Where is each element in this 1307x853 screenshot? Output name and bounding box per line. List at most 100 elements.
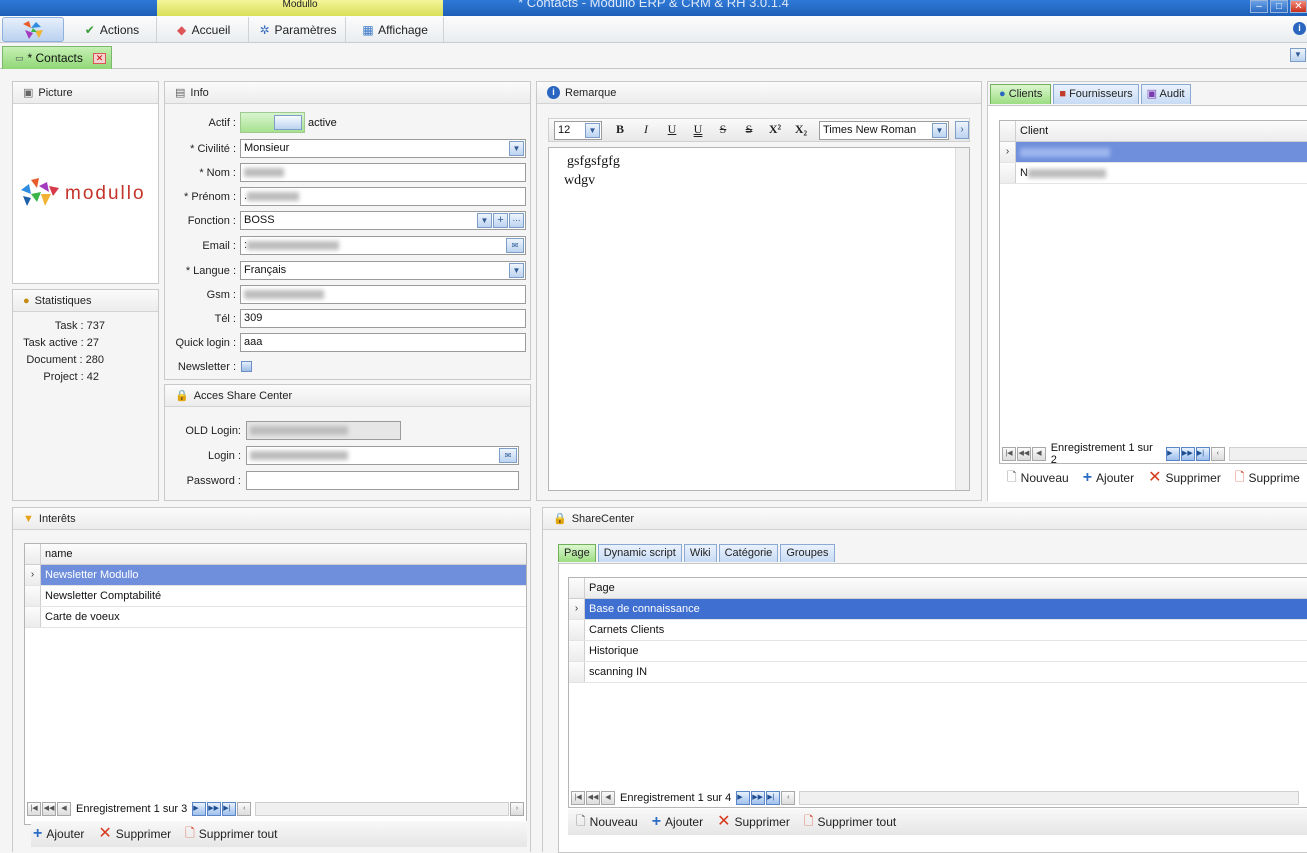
chevron-down-icon[interactable]: ▼ xyxy=(477,213,492,228)
font-size-select[interactable]: 12 ▼ xyxy=(554,121,602,140)
first-record-icon[interactable]: |◀ xyxy=(27,802,41,816)
first-record-icon[interactable]: |◀ xyxy=(571,791,585,805)
next-record-icon[interactable]: ▶ xyxy=(192,802,207,816)
first-record-icon[interactable]: |◀ xyxy=(1002,447,1016,461)
ribbon-tab-accueil[interactable]: ◆ Accueil xyxy=(157,17,249,42)
tab-list-dropdown-icon[interactable]: ▼ xyxy=(1290,48,1306,62)
prev-record-icon[interactable]: ◀ xyxy=(1031,447,1046,461)
double-strikethrough-button[interactable]: S xyxy=(738,119,760,139)
strikethrough-button[interactable]: S xyxy=(712,119,734,139)
more-icon[interactable]: ⋯ xyxy=(509,213,524,228)
close-tab-icon[interactable]: ✕ xyxy=(93,52,106,64)
tab-fournisseurs[interactable]: ■ Fournisseurs xyxy=(1053,84,1139,104)
column-header-client[interactable]: Client xyxy=(1016,121,1048,141)
table-row[interactable]: Historique xyxy=(569,641,1307,662)
tab-wiki[interactable]: Wiki xyxy=(683,544,717,562)
underline-button[interactable]: U xyxy=(661,119,683,139)
chevron-down-icon[interactable]: ▼ xyxy=(509,141,524,156)
supprimer-tout-button[interactable]: 🗋 Supprime xyxy=(1235,468,1300,489)
close-icon[interactable]: ✕ xyxy=(1290,0,1307,13)
prev-page-icon[interactable]: ◀◀ xyxy=(1016,447,1031,461)
chevron-right-icon[interactable]: › xyxy=(955,121,969,139)
last-record-icon[interactable]: ▶| xyxy=(766,791,781,805)
prenom-field[interactable]: . xyxy=(240,187,526,206)
table-row[interactable]: Carnets Clients xyxy=(569,620,1307,641)
bold-button[interactable]: B xyxy=(609,119,631,139)
fonction-select[interactable]: BOSS ▼ + ⋯ xyxy=(240,211,526,230)
ribbon-tab-parametres[interactable]: ✲ Paramètres xyxy=(249,17,346,42)
supprimer-tout-button[interactable]: 🗋 Supprimer tout xyxy=(185,824,277,845)
chevron-down-icon[interactable]: ▼ xyxy=(509,263,524,278)
tab-page[interactable]: Page xyxy=(558,544,596,562)
login-field[interactable]: ✉ xyxy=(246,446,519,465)
tab-dynamic-script[interactable]: Dynamic script xyxy=(597,544,682,562)
nom-field[interactable] xyxy=(240,163,526,182)
column-header-name[interactable]: name xyxy=(41,544,73,564)
mail-icon[interactable]: ✉ xyxy=(506,238,524,253)
remarque-editor[interactable]: gsfgsfgfg wdgv xyxy=(548,147,970,491)
table-row[interactable]: › xyxy=(1000,142,1307,163)
tab-clients[interactable]: ● Clients xyxy=(990,84,1052,104)
prev-record-icon[interactable]: ◀ xyxy=(57,802,71,816)
maximize-icon[interactable]: □ xyxy=(1270,0,1288,13)
chevron-down-icon[interactable]: ▼ xyxy=(585,123,600,138)
supprimer-button[interactable]: ✕ Supprimer xyxy=(98,826,171,842)
table-row[interactable]: scanning IN xyxy=(569,662,1307,683)
tab-audit[interactable]: ▣ Audit xyxy=(1140,84,1191,104)
ajouter-button[interactable]: + Ajouter xyxy=(1083,470,1134,486)
quick-login-field[interactable]: aaa xyxy=(240,333,526,352)
app-menu-button[interactable] xyxy=(2,17,64,42)
prev-record-icon[interactable]: ◀ xyxy=(601,791,615,805)
password-field[interactable] xyxy=(246,471,519,490)
scroll-left-icon[interactable]: ‹ xyxy=(1210,447,1225,461)
supprimer-button[interactable]: ✕ Supprimer xyxy=(717,814,790,830)
doc-tab-contacts[interactable]: ▭ * Contacts ✕ xyxy=(2,46,112,69)
table-row[interactable]: › Base de connaissance xyxy=(569,599,1307,620)
horizontal-scrollbar[interactable] xyxy=(1228,447,1307,461)
mail-icon[interactable]: ✉ xyxy=(499,448,517,463)
double-underline-button[interactable]: U xyxy=(687,119,709,139)
table-row[interactable]: N xyxy=(1000,163,1307,184)
tab-groupes[interactable]: Groupes xyxy=(780,544,835,562)
tel-field[interactable]: 309 xyxy=(240,309,526,328)
next-page-icon[interactable]: ▶▶ xyxy=(751,791,766,805)
next-page-icon[interactable]: ▶▶ xyxy=(207,802,222,816)
italic-button[interactable]: I xyxy=(635,119,657,139)
add-icon[interactable]: + xyxy=(493,213,508,228)
civilite-select[interactable]: Monsieur ▼ xyxy=(240,139,526,158)
superscript-button[interactable]: X² xyxy=(764,119,786,139)
table-row[interactable]: › Newsletter Modullo xyxy=(25,565,526,586)
editor-scrollbar[interactable] xyxy=(955,148,969,490)
table-row[interactable]: Newsletter Comptabilité xyxy=(25,586,526,607)
next-page-icon[interactable]: ▶▶ xyxy=(1180,447,1195,461)
next-record-icon[interactable]: ▶ xyxy=(1166,447,1180,461)
table-row[interactable]: Carte de voeux xyxy=(25,607,526,628)
ribbon-tab-actions[interactable]: ✔ Actions xyxy=(66,17,157,42)
newsletter-checkbox[interactable] xyxy=(241,361,252,372)
prev-page-icon[interactable]: ◀◀ xyxy=(586,791,600,805)
horizontal-scrollbar[interactable] xyxy=(255,802,509,816)
subscript-button[interactable]: X₂ xyxy=(790,119,812,139)
next-record-icon[interactable]: ▶ xyxy=(736,791,751,805)
tab-categorie[interactable]: Catégorie xyxy=(718,544,779,562)
column-header-page[interactable]: Page xyxy=(585,578,615,598)
scroll-left-icon[interactable]: ‹ xyxy=(237,802,252,816)
langue-select[interactable]: Français ▼ xyxy=(240,261,526,280)
prev-page-icon[interactable]: ◀◀ xyxy=(42,802,56,816)
email-field[interactable]: : ✉ xyxy=(240,236,526,255)
scroll-right-icon[interactable]: › xyxy=(510,802,524,816)
supprimer-tout-button[interactable]: 🗋 Supprimer tout xyxy=(804,812,896,833)
actif-toggle[interactable] xyxy=(240,112,305,133)
supprimer-button[interactable]: ✕ Supprimer xyxy=(1148,470,1221,486)
ajouter-button[interactable]: + Ajouter xyxy=(652,814,703,830)
info-icon[interactable]: i xyxy=(1293,22,1306,35)
last-record-icon[interactable]: ▶| xyxy=(1195,447,1210,461)
ribbon-tab-affichage[interactable]: ▦ Affichage xyxy=(346,17,444,42)
ajouter-button[interactable]: + Ajouter xyxy=(33,826,84,842)
horizontal-scrollbar[interactable] xyxy=(799,791,1300,805)
picture-image[interactable]: modullo xyxy=(19,174,153,214)
last-record-icon[interactable]: ▶| xyxy=(222,802,237,816)
chevron-down-icon[interactable]: ▼ xyxy=(932,123,947,138)
font-name-select[interactable]: Times New Roman ▼ xyxy=(819,121,949,140)
minimize-icon[interactable]: – xyxy=(1250,0,1268,13)
